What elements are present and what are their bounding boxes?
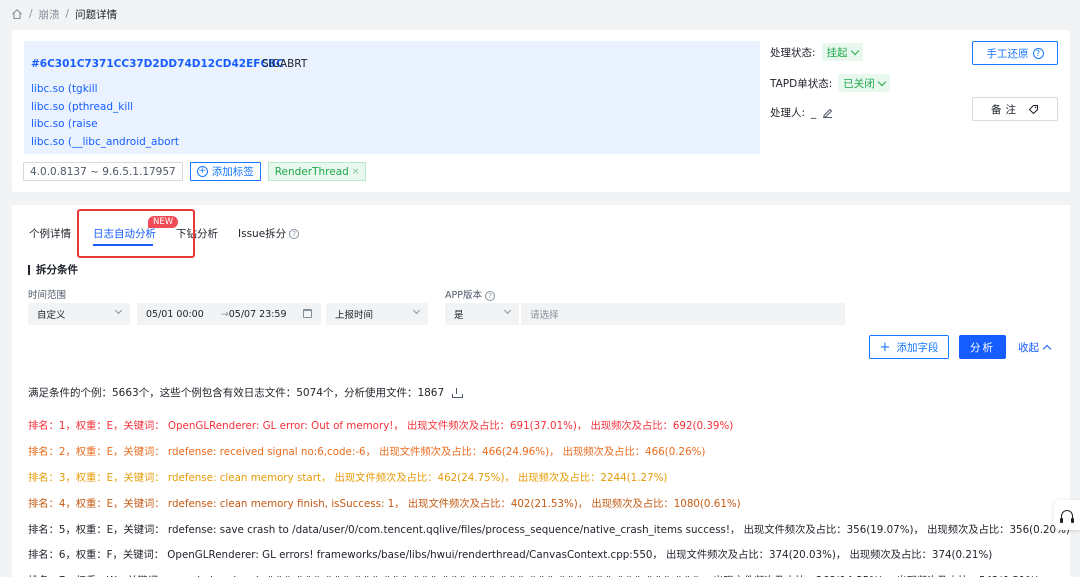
result-list: 排名：1，权重：E，关键词： OpenGLRenderer: GL error:… <box>28 412 1070 577</box>
help-icon: ? <box>484 290 495 301</box>
chevron-down-icon <box>114 306 123 315</box>
stack-frame[interactable]: libc.so (__libc_android_abort <box>31 134 179 152</box>
tab-issue-split[interactable]: Issue拆分? <box>238 226 300 241</box>
start-date: 05/01 00:00 <box>146 308 204 320</box>
result-row: 排名：6，权重：F，关键词： OpenGLRenderer: GL errors… <box>28 549 993 562</box>
app-version-op-value: 是 <box>454 310 464 321</box>
add-field-button[interactable]: + 添加字段 <box>869 335 949 359</box>
add-tag-label: 添加标签 <box>211 166 254 178</box>
crash-id[interactable]: #6C301C7371CC37D2DD74D12CD42EFCBC <box>31 58 284 70</box>
stack-frames: libc.so (tgkill libc.so (pthread_kill li… <box>31 81 179 151</box>
crash-signal: SIGABRT <box>262 58 308 70</box>
close-icon[interactable]: × <box>352 167 360 177</box>
handler-label: 处理人: <box>770 107 806 119</box>
handler-row: 处理人: _ <box>770 105 833 120</box>
time-type-value: 上报时间 <box>335 310 374 321</box>
breadcrumb-separator: / <box>65 8 70 20</box>
result-summary: 满足条件的个例：5663个，这些个例包含有效日志文件：5074个，分析使用文件：… <box>28 385 464 400</box>
collapse-label: 收起 <box>1018 342 1039 354</box>
home-icon[interactable] <box>11 8 23 20</box>
manual-restore-label: 手工还原 <box>986 47 1029 60</box>
time-mode-select[interactable]: 自定义 <box>28 303 130 325</box>
result-row: 排名：1，权重：E，关键词： OpenGLRenderer: GL error:… <box>28 420 734 433</box>
plus-circle-icon: + <box>196 166 208 177</box>
chevron-up-icon <box>1042 344 1052 354</box>
result-row: 排名：5，权重：E，关键词： rdefense: save crash to /… <box>28 523 1070 536</box>
tag-icon <box>1028 104 1038 114</box>
tapd-status-select[interactable]: 已关闭 <box>838 74 890 92</box>
stack-frame[interactable]: libc.so (raise <box>31 116 179 134</box>
help-icon: ? <box>1032 47 1044 59</box>
headset-icon <box>1060 510 1074 523</box>
section-bar <box>28 264 30 275</box>
process-status-select[interactable]: 挂起 <box>821 43 863 61</box>
time-type-select[interactable]: 上报时间 <box>326 303 428 325</box>
chevron-down-icon <box>412 306 421 315</box>
analysis-card: 个例详情 日志自动分析 下钻分析 Issue拆分? NEW 拆分条件 时间范围 … <box>12 205 1070 577</box>
crash-info-box: #6C301C7371CC37D2DD74D12CD42EFCBC SIGABR… <box>24 41 760 154</box>
add-field-label: 添加字段 <box>896 341 939 354</box>
app-version-select[interactable]: 请选择 <box>521 303 845 325</box>
app-version-label: APP版本? <box>445 287 495 301</box>
result-row: 排名：3，权重：E，关键词： rdefense: clean memory st… <box>28 471 668 484</box>
result-row: 排名：2，权重：E，关键词： rdefense: received signal… <box>28 446 706 459</box>
tab-case-detail[interactable]: 个例详情 <box>29 226 71 241</box>
tapd-status-value: 已关闭 <box>843 77 875 90</box>
chevron-down-icon <box>877 77 886 86</box>
edit-icon[interactable] <box>822 107 833 118</box>
version-range-tag: 4.0.0.8137 ~ 9.6.5.1.17957 <box>23 162 183 181</box>
collapse-link[interactable]: 收起 <box>1018 340 1052 355</box>
time-range-label: 时间范围 <box>28 290 67 301</box>
calendar-icon <box>303 309 312 318</box>
section-title-text: 拆分条件 <box>36 264 78 276</box>
summary-text: 满足条件的个例：5663个，这些个例包含有效日志文件：5074个，分析使用文件：… <box>28 387 445 399</box>
download-icon[interactable] <box>452 387 464 398</box>
manual-restore-button[interactable]: 手工还原 ? <box>972 41 1058 65</box>
breadcrumb-issue-detail: 问题详情 <box>75 8 118 21</box>
time-mode-value: 自定义 <box>37 310 66 321</box>
chevron-down-icon <box>850 46 859 55</box>
result-row: 排名：4，权重：E，关键词： rdefense: clean memory fi… <box>28 497 741 510</box>
plus-icon: + <box>879 339 891 355</box>
tag-row: 4.0.0.8137 ~ 9.6.5.1.17957 + 添加标签 Render… <box>23 162 367 181</box>
date-range-picker[interactable]: 05/01 00:00 → 05/07 23:59 <box>137 303 321 325</box>
remark-button[interactable]: 备注 <box>972 97 1058 121</box>
analyze-button[interactable]: 分析 <box>959 335 1006 359</box>
app-version-placeholder: 请选择 <box>530 310 559 321</box>
stack-frame[interactable]: libc.so (tgkill <box>31 81 179 99</box>
stack-frame[interactable]: libc.so (pthread_kill <box>31 99 179 117</box>
help-icon: ? <box>289 229 300 239</box>
thread-tag: RenderThread × <box>267 162 367 181</box>
app-version-op-select[interactable]: 是 <box>445 303 519 325</box>
section-title: 拆分条件 <box>28 262 78 277</box>
chevron-down-icon <box>503 306 512 315</box>
thread-tag-label: RenderThread <box>274 165 349 178</box>
tapd-status-label: TAPD单状态: <box>770 77 833 90</box>
tab-issue-split-label: Issue拆分 <box>238 228 287 240</box>
status-panel: 处理状态: 挂起 TAPD单状态: 已关闭 处理人: _ 手工还原 ? 备注 <box>770 30 1070 192</box>
add-tag-button[interactable]: + 添加标签 <box>189 162 261 181</box>
highlight-frame <box>77 209 195 258</box>
support-button[interactable] <box>1054 500 1080 530</box>
process-status-row: 处理状态: 挂起 <box>770 43 863 61</box>
process-status-value: 挂起 <box>826 46 848 59</box>
handler-value: _ <box>811 106 817 119</box>
app-version-label-text: APP版本 <box>445 290 482 301</box>
breadcrumb-separator: / <box>29 8 33 20</box>
tapd-status-row: TAPD单状态: 已关闭 <box>770 74 890 92</box>
result-row: 排名：7，权重：W，关键词： google-breakpad: ### ### … <box>28 567 1058 577</box>
breadcrumb-crash[interactable]: 崩溃 <box>39 7 60 22</box>
range-arrow: → <box>220 308 229 320</box>
issue-summary-card: #6C301C7371CC37D2DD74D12CD42EFCBC SIGABR… <box>12 30 1070 192</box>
tab-bar: 个例详情 日志自动分析 下钻分析 Issue拆分? NEW <box>12 205 1070 258</box>
remark-label: 备注 <box>991 103 1020 116</box>
process-status-label: 处理状态: <box>770 46 816 59</box>
breadcrumb: / 崩溃 / 问题详情 <box>11 7 117 21</box>
end-date: 05/07 23:59 <box>228 308 287 320</box>
